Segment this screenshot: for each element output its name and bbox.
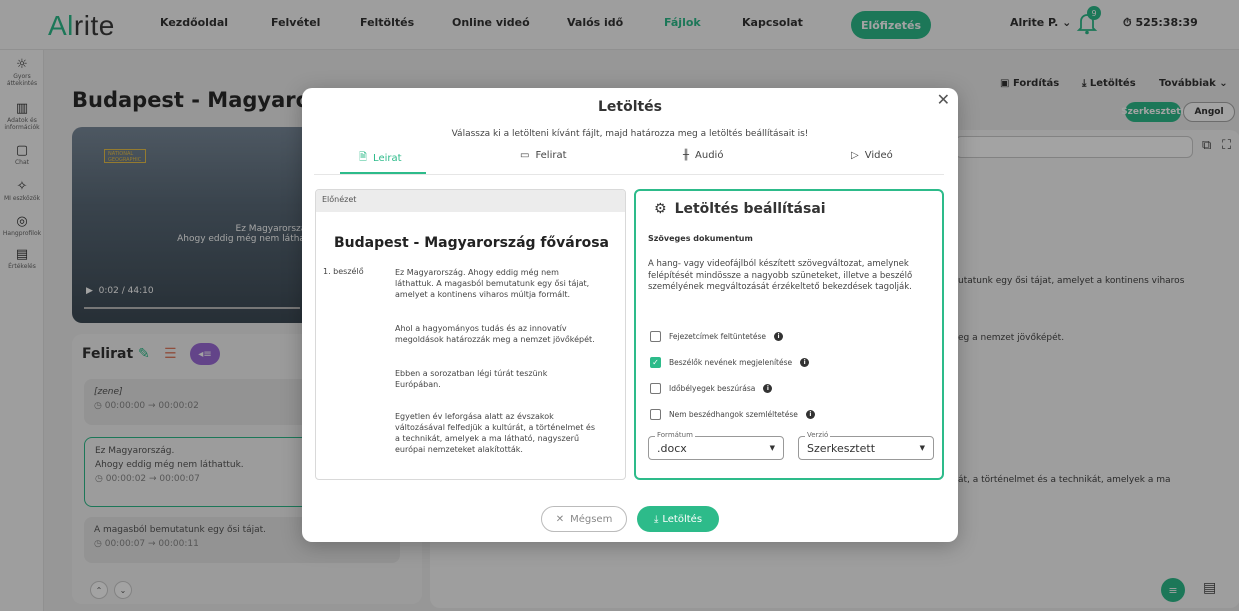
checkbox[interactable] [650,331,661,342]
close-icon: ✕ [555,513,565,525]
option-chapter-titles[interactable]: Fejezetcímek feltüntetése i [650,331,783,342]
info-icon[interactable]: i [805,410,815,419]
cancel-button[interactable]: ✕ Mégsem [541,506,627,532]
preview-title: Budapest - Magyarország fővárosa [333,235,610,251]
checkbox[interactable] [650,383,661,394]
waveform-icon: ╫ [683,150,690,161]
info-icon[interactable]: i [800,358,810,367]
tab-divider [314,174,944,175]
active-tab-indicator [340,172,426,174]
info-icon[interactable]: i [763,384,773,393]
preview-paragraph: Ez Magyarország. Ahogy eddig még nem lát… [395,268,590,299]
version-label: Verzió [805,431,831,439]
preview-pane[interactable]: Előnézet Budapest - Magyarország főváros… [315,189,626,480]
dropdown-arrow-icon: ▼ [769,444,775,452]
close-icon[interactable]: ✕ [937,90,950,109]
format-select[interactable]: Formátum .docx ▼ [648,431,784,460]
option-non-speech-sounds[interactable]: Nem beszédhangok szemléltetése i [650,409,815,420]
version-value: Szerkesztett [807,442,876,455]
play-box-icon: ▷ [851,150,859,161]
tab-video[interactable]: ▷ Videó [851,150,893,161]
gear-icon: ⚙ [654,201,667,217]
dropdown-arrow-icon: ▼ [919,444,925,452]
preview-paragraph: Ahol a hagyományos tudás és az innovatív… [395,324,595,344]
info-icon[interactable]: i [773,332,783,341]
download-settings-panel: ⚙ Letöltés beállításai Szöveges dokumentu… [634,189,944,480]
settings-description: A hang- vagy videofájlból készített szöv… [648,259,913,292]
dialog-title: Letöltés [597,99,663,115]
checkbox[interactable] [650,409,661,420]
preview-paragraph: Ebben a sorozatban légi túrát teszünk Eu… [395,369,548,389]
format-value: .docx [657,442,687,455]
version-select[interactable]: Verzió Szerkesztett ▼ [798,431,934,460]
format-label: Formátum [655,431,695,439]
settings-title: ⚙ Letöltés beállításai [654,201,826,217]
preview-header: Előnézet [316,190,625,212]
download-submit-button[interactable]: ⤓ Letöltés [637,506,719,532]
preview-paragraph: Egyetlen év leforgása alatt az évszakok … [395,412,595,454]
download-dialog: Letöltés ✕ Válassza ki a letölteni kíván… [302,88,958,542]
download-icon: ⤓ [653,513,659,525]
preview-speaker-label: 1. beszélő [323,267,364,276]
checkbox-checked[interactable]: ✓ [650,357,661,368]
tab-subtitle[interactable]: ▭ Felirat [520,150,567,161]
subtitle-icon: ▭ [520,150,530,161]
document-icon: 🗎 [359,152,368,163]
tab-transcript[interactable]: 🗎 Leirat [359,150,402,167]
settings-subtitle: Szöveges dokumentum [648,234,753,243]
option-timestamps[interactable]: Időbélyegek beszúrása i [650,383,773,394]
dialog-subtitle: Válassza ki a letölteni kívánt fájlt, ma… [451,129,809,139]
option-speaker-names[interactable]: ✓ Beszélők nevének megjelenítése i [650,357,810,368]
tab-audio[interactable]: ╫ Audió [683,150,723,161]
